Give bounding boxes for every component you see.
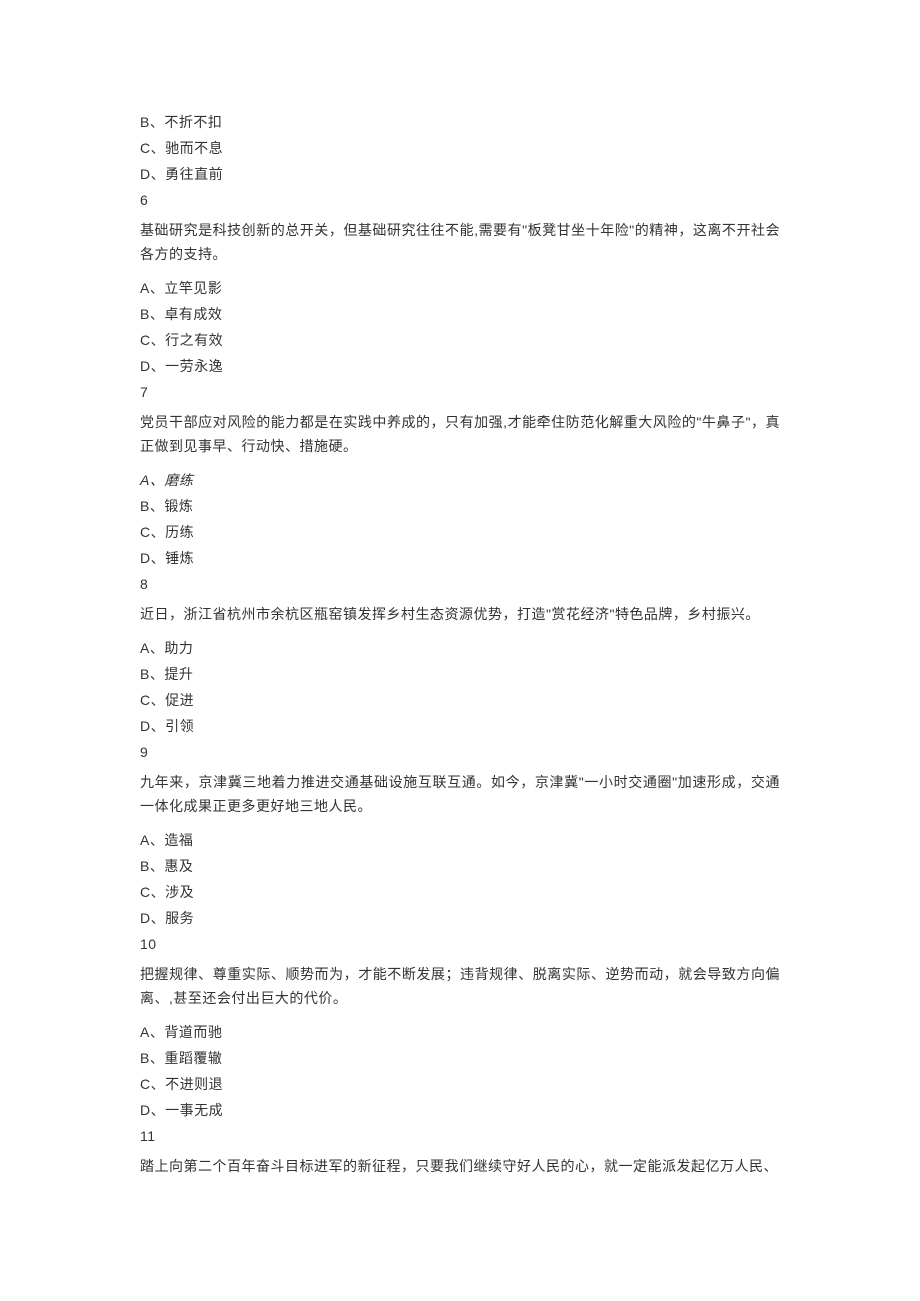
option-b: B、不折不扣 [140, 110, 780, 134]
question-6: 6 基础研究是科技创新的总开关，但基础研究往往不能,需要有"板凳甘坐十年险"的精… [140, 188, 780, 378]
option-c: C、驰而不息 [140, 136, 780, 160]
question-stem: 党员干部应对风险的能力都是在实践中养成的，只有加强,才能牵住防范化解重大风险的"… [140, 410, 780, 458]
question-number: 11 [140, 1124, 780, 1148]
question-stem: 基础研究是科技创新的总开关，但基础研究往往不能,需要有"板凳甘坐十年险"的精神，… [140, 218, 780, 266]
question-number: 9 [140, 740, 780, 764]
option-d: D、引领 [140, 714, 780, 738]
option-c: C、不进则退 [140, 1072, 780, 1096]
option-a: A、立竿见影 [140, 276, 780, 300]
question-10: 10 把握规律、尊重实际、顺势而为，才能不断发展；违背规律、脱离实际、逆势而动，… [140, 932, 780, 1122]
question-stem: 把握规律、尊重实际、顺势而为，才能不断发展；违背规律、脱离实际、逆势而动，就会导… [140, 962, 780, 1010]
option-a: A、助力 [140, 636, 780, 660]
option-b: B、提升 [140, 662, 780, 686]
option-d: D、服务 [140, 906, 780, 930]
option-c: C、促进 [140, 688, 780, 712]
option-d: D、锤炼 [140, 546, 780, 570]
document-page: B、不折不扣 C、驰而不息 D、勇往直前 6 基础研究是科技创新的总开关，但基础… [0, 0, 920, 1301]
question-number: 8 [140, 572, 780, 596]
option-b: B、惠及 [140, 854, 780, 878]
option-b: B、重蹈覆辙 [140, 1046, 780, 1070]
option-a: A、造福 [140, 828, 780, 852]
question-stem: 踏上向第二个百年奋斗目标进军的新征程，只要我们继续守好人民的心，就一定能派发起亿… [140, 1154, 780, 1178]
question-stem: 九年来，京津冀三地着力推进交通基础设施互联互通。如今，京津冀"一小时交通圈"加速… [140, 770, 780, 818]
option-a: A、磨练 [140, 468, 780, 492]
option-c: C、行之有效 [140, 328, 780, 352]
question-number: 7 [140, 380, 780, 404]
option-a: A、背道而驰 [140, 1020, 780, 1044]
question-7: 7 党员干部应对风险的能力都是在实践中养成的，只有加强,才能牵住防范化解重大风险… [140, 380, 780, 570]
option-c: C、历练 [140, 520, 780, 544]
question-number: 10 [140, 932, 780, 956]
option-d: D、勇往直前 [140, 162, 780, 186]
option-c: C、涉及 [140, 880, 780, 904]
question-9: 9 九年来，京津冀三地着力推进交通基础设施互联互通。如今，京津冀"一小时交通圈"… [140, 740, 780, 930]
option-b: B、卓有成效 [140, 302, 780, 326]
option-b: B、锻炼 [140, 494, 780, 518]
question-number: 6 [140, 188, 780, 212]
question-8: 8 近日，浙江省杭州市余杭区瓶窑镇发挥乡村生态资源优势，打造"赏花经济"特色品牌… [140, 572, 780, 738]
question-5-options-tail: B、不折不扣 C、驰而不息 D、勇往直前 [140, 110, 780, 186]
option-d: D、一事无成 [140, 1098, 780, 1122]
question-11: 11 踏上向第二个百年奋斗目标进军的新征程，只要我们继续守好人民的心，就一定能派… [140, 1124, 780, 1178]
question-stem: 近日，浙江省杭州市余杭区瓶窑镇发挥乡村生态资源优势，打造"赏花经济"特色品牌，乡… [140, 602, 780, 626]
option-d: D、一劳永逸 [140, 354, 780, 378]
